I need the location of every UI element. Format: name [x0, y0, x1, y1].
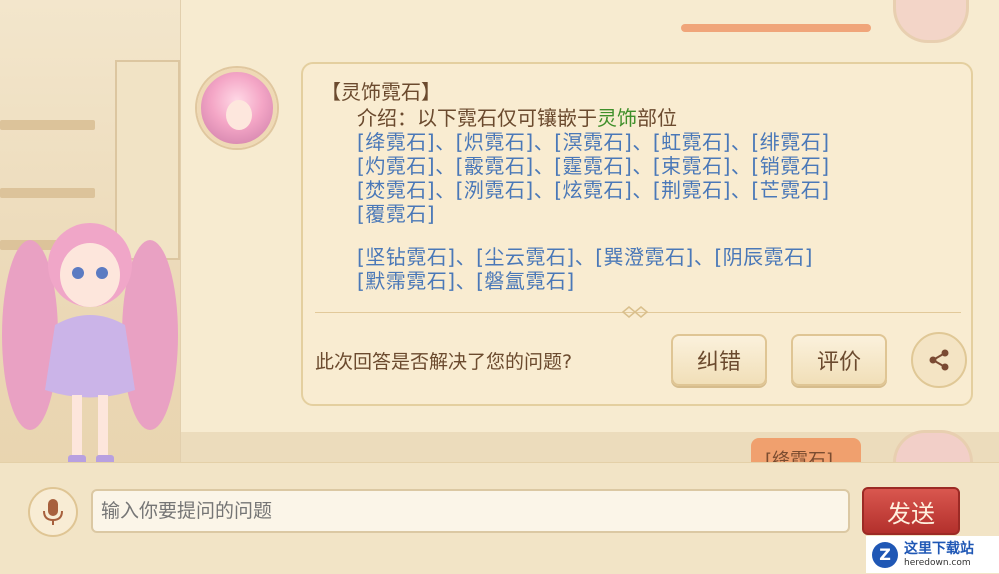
bookshelf: [0, 188, 95, 198]
bookshelf: [0, 120, 95, 130]
voice-button[interactable]: [28, 487, 78, 537]
site-watermark: Z 这里下载站 heredown.com: [866, 536, 999, 573]
user-message-bubble: [绛霓石]: [751, 438, 861, 462]
input-bar: 发送: [0, 462, 999, 574]
assistant-character: [0, 215, 180, 480]
stone-link-line[interactable]: [默霈霓石]、[磐氲霓石]: [357, 265, 575, 294]
previous-message-stub: [681, 24, 871, 32]
share-icon: [929, 349, 949, 371]
answer-bubble: 【灵饰霓石】 介绍：以下霓石仅可镶嵌于灵饰部位 [绛霓石]、[炽霓石]、[溟霓石…: [301, 62, 973, 406]
send-button[interactable]: 发送: [862, 487, 960, 535]
watermark-logo: Z: [872, 541, 898, 568]
correct-button[interactable]: 纠错: [671, 334, 767, 386]
watermark-url: heredown.com: [904, 557, 971, 568]
answer-title: 【灵饰霓石】: [321, 80, 441, 104]
feedback-question: 此次回答是否解决了您的问题?: [315, 351, 573, 373]
microphone-icon: [43, 499, 63, 525]
stone-link-line[interactable]: [覆霓石]: [357, 198, 435, 227]
avatar: [893, 0, 969, 43]
share-button[interactable]: [911, 332, 967, 388]
rate-button[interactable]: 评价: [791, 334, 887, 386]
avatar: [197, 68, 277, 148]
watermark-title: 这里下载站: [904, 540, 974, 557]
user-message-row: [181, 432, 999, 462]
divider-ornament: [621, 306, 649, 318]
question-input[interactable]: [91, 489, 850, 533]
